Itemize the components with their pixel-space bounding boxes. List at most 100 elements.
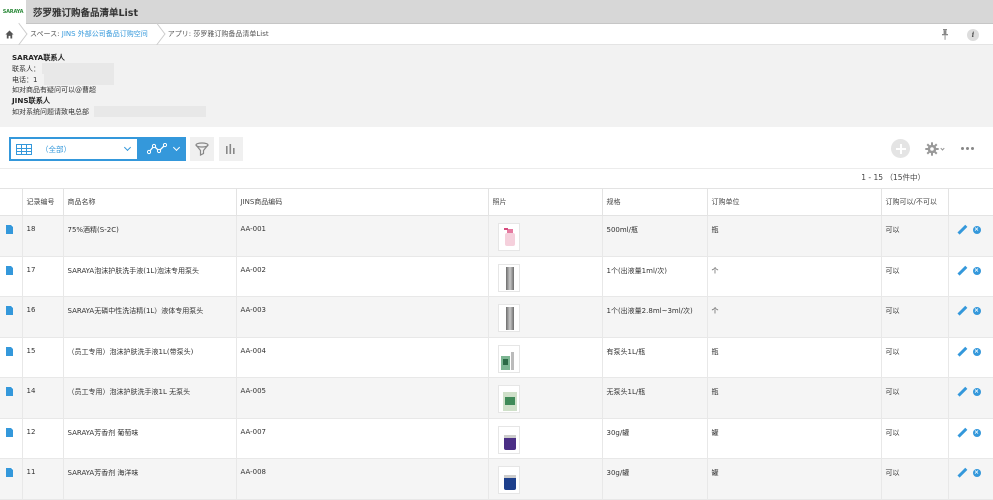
edit-pencil-icon[interactable] bbox=[957, 266, 967, 276]
document-icon[interactable] bbox=[6, 346, 13, 356]
saraya-contact-person: 联系人： bbox=[12, 64, 40, 73]
order-unit-cell: 瓶 bbox=[706, 377, 881, 419]
document-icon[interactable] bbox=[6, 225, 13, 234]
record-detail-cell bbox=[0, 337, 22, 378]
delete-icon[interactable]: × bbox=[972, 307, 981, 315]
column-header-photo[interactable]: 照片 bbox=[487, 188, 602, 216]
breadcrumb-actions: i bbox=[941, 24, 979, 45]
column-header-orderable[interactable]: 订购可以/不可以 bbox=[880, 188, 948, 216]
product-photo-thumbnail[interactable] bbox=[497, 344, 520, 373]
chevron-down-icon bbox=[172, 143, 180, 152]
edit-pencil-icon[interactable] bbox=[957, 387, 967, 397]
breadcrumb-app: アプリ: 莎罗雅订购备品清单List bbox=[167, 30, 269, 38]
chart-button[interactable] bbox=[219, 137, 243, 161]
breadcrumb-space-link[interactable]: JINS 外部公司备品订购空间 bbox=[62, 30, 148, 38]
product-photo-thumbnail[interactable] bbox=[497, 466, 520, 494]
dot-icon bbox=[966, 146, 969, 150]
order-unit-cell: 个 bbox=[706, 296, 881, 338]
gear-icon bbox=[925, 142, 939, 156]
document-icon[interactable] bbox=[6, 306, 13, 315]
plus-icon bbox=[895, 143, 906, 154]
redacted-mask bbox=[42, 63, 114, 74]
table-row[interactable]: 15 （员工专用）泡沫护肤洗手液1L(带泵头) AA-004 有泵头1L/瓶瓶可以 × bbox=[0, 337, 993, 378]
view-select-label: （全部） bbox=[41, 144, 71, 154]
spec-cell: 无泵头1L/瓶 bbox=[601, 377, 707, 419]
edit-pencil-icon[interactable] bbox=[957, 347, 967, 357]
spec-cell: 30g/罐 bbox=[601, 418, 707, 459]
document-icon[interactable] bbox=[6, 468, 13, 477]
column-header-record-number[interactable]: 记录编号 bbox=[21, 188, 63, 216]
edit-pencil-icon[interactable] bbox=[957, 306, 967, 316]
spec-cell: 500ml/瓶 bbox=[601, 215, 707, 257]
edit-pencil-icon[interactable] bbox=[957, 428, 967, 438]
orderable-cell: 可以 bbox=[880, 296, 948, 338]
photo-cell bbox=[487, 458, 602, 500]
delete-icon[interactable]: × bbox=[972, 347, 981, 356]
record-detail-cell bbox=[0, 377, 22, 419]
table-body: 18 75%酒精(S-2C) AA-001 500ml/瓶瓶可以 × 17 SARAYA泡沫… bbox=[0, 215, 993, 500]
record-detail-cell bbox=[0, 256, 22, 297]
filter-button[interactable] bbox=[190, 137, 214, 161]
spec-cell: 1个(出液量2.8ml~3ml/次) bbox=[601, 296, 707, 338]
delete-icon[interactable]: × bbox=[972, 266, 981, 275]
column-header-product-name[interactable]: 商品名称 bbox=[62, 188, 236, 216]
row-actions-cell: × bbox=[947, 256, 993, 297]
view-select[interactable]: （全部） bbox=[9, 137, 139, 161]
breadcrumb-separator bbox=[18, 24, 28, 45]
delete-icon[interactable]: × bbox=[972, 226, 981, 234]
edit-pencil-icon[interactable] bbox=[957, 468, 967, 478]
product-photo-thumbnail[interactable] bbox=[497, 385, 520, 413]
orderable-cell: 可以 bbox=[880, 377, 948, 419]
table-row[interactable]: 16 SARAYA无磷中性洗洁精(1L）液体专用泵头 AA-003 1个(出液量2.8… bbox=[0, 296, 993, 338]
breadcrumb-separator bbox=[156, 24, 166, 45]
table-row[interactable]: 12 SARAYA芳香剂 葡萄味 AA-007 30g/罐罐可以 × bbox=[0, 418, 993, 459]
column-header-actions bbox=[947, 188, 993, 216]
saraya-logo[interactable]: SARAYA bbox=[0, 0, 26, 24]
filter-icon bbox=[195, 142, 209, 156]
graph-view-button[interactable] bbox=[139, 137, 186, 161]
info-icon[interactable]: i bbox=[967, 28, 979, 41]
product-photo-thumbnail[interactable] bbox=[497, 223, 520, 251]
product-name-cell: SARAYA泡沫护肤洗手液(1L)泡沫专用泵头 bbox=[62, 256, 236, 297]
product-photo-thumbnail[interactable] bbox=[497, 263, 520, 292]
table-row[interactable]: 11 SARAYA芳香剂 海洋味 AA-008 30g/罐罐可以 × bbox=[0, 458, 993, 500]
column-header-spec[interactable]: 规格 bbox=[601, 188, 707, 216]
jins-code-cell: AA-003 bbox=[235, 296, 488, 338]
delete-icon[interactable]: × bbox=[972, 428, 981, 437]
redacted-mask bbox=[44, 74, 114, 85]
edit-pencil-icon[interactable] bbox=[957, 225, 967, 235]
spec-cell: 1个(出液量1ml/次) bbox=[601, 256, 707, 297]
add-record-button[interactable] bbox=[891, 139, 910, 158]
breadcrumb-space: スペース: JINS 外部公司备品订购空间 bbox=[28, 29, 156, 39]
record-number-cell: 16 bbox=[21, 296, 63, 338]
spec-cell: 有泵头1L/瓶 bbox=[601, 337, 707, 378]
more-options-button[interactable] bbox=[961, 143, 975, 153]
row-actions-cell: × bbox=[947, 337, 993, 378]
dot-icon bbox=[961, 146, 964, 150]
table-row[interactable]: 18 75%酒精(S-2C) AA-001 500ml/瓶瓶可以 × bbox=[0, 215, 993, 257]
orderable-cell: 可以 bbox=[880, 337, 948, 378]
breadcrumb-space-prefix: スペース: bbox=[30, 30, 62, 38]
record-number-cell: 14 bbox=[21, 377, 63, 419]
delete-icon[interactable]: × bbox=[972, 469, 981, 477]
saraya-contact-heading: SARAYA联系人 bbox=[12, 53, 65, 62]
product-name-cell: SARAYA无磷中性洗洁精(1L）液体专用泵头 bbox=[62, 296, 236, 338]
product-photo-thumbnail[interactable] bbox=[497, 304, 520, 332]
document-icon[interactable] bbox=[6, 427, 13, 437]
document-icon[interactable] bbox=[6, 265, 13, 275]
product-photo-thumbnail[interactable] bbox=[497, 425, 520, 454]
record-detail-cell bbox=[0, 215, 22, 257]
document-icon[interactable] bbox=[6, 387, 13, 396]
orderable-cell: 可以 bbox=[880, 458, 948, 500]
delete-icon[interactable]: × bbox=[972, 388, 981, 396]
table-row[interactable]: 14 （员工专用）泡沫护肤洗手液1L 无泵头 AA-005 无泵头1L/瓶瓶可以 × bbox=[0, 377, 993, 419]
breadcrumb: スペース: JINS 外部公司备品订购空间 アプリ: 莎罗雅订购备品清单List… bbox=[0, 24, 993, 45]
settings-button[interactable] bbox=[925, 139, 947, 159]
photo-cell bbox=[487, 377, 602, 419]
table-view-icon bbox=[16, 143, 32, 155]
column-header-jins-code[interactable]: JINS商品编码 bbox=[235, 188, 488, 216]
saraya-contact-note: 如对商品有疑问可以@曹超 bbox=[12, 86, 96, 95]
pin-icon[interactable] bbox=[941, 28, 949, 41]
column-header-order-unit[interactable]: 订购单位 bbox=[706, 188, 881, 216]
table-row[interactable]: 17 SARAYA泡沫护肤洗手液(1L)泡沫专用泵头 AA-002 1个(出液量1ml… bbox=[0, 256, 993, 297]
